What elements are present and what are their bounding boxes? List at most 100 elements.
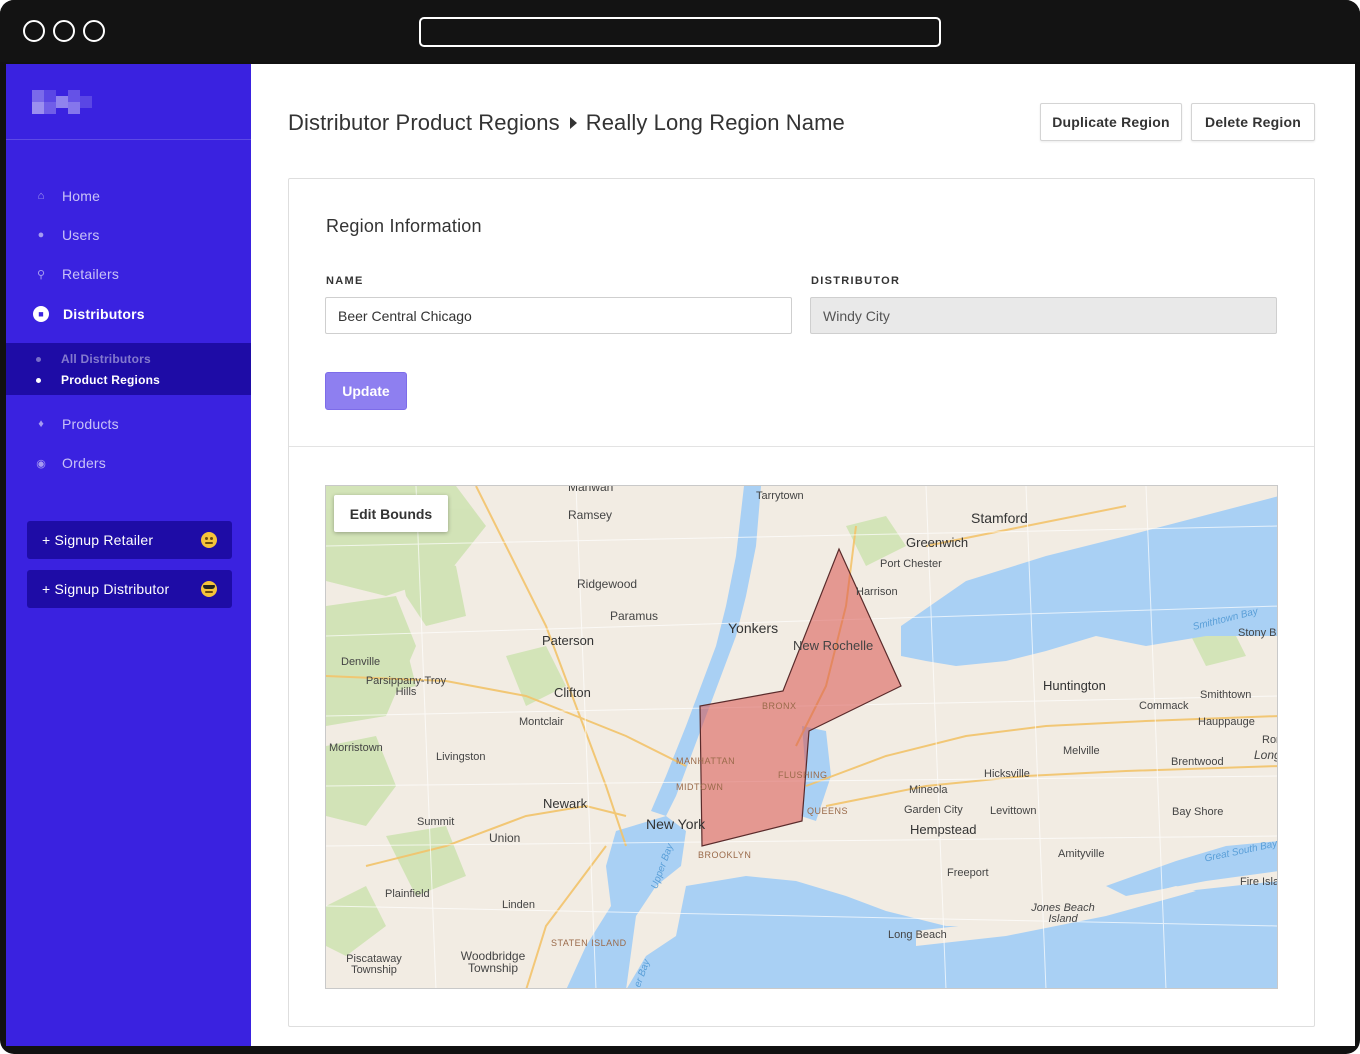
users-icon: ●: [37, 229, 45, 241]
browser-window: ⌂ Home ● Users ⚲ Retailers ■ Distributor…: [0, 0, 1360, 1054]
map-label: STATEN ISLAND: [551, 938, 627, 948]
grin-emoji-icon: [201, 532, 217, 548]
card-divider: [289, 446, 1314, 447]
subnav-item-product-regions[interactable]: Product Regions: [36, 373, 160, 387]
map-label: Long Is: [1254, 748, 1277, 762]
breadcrumb-current: Really Long Region Name: [585, 110, 845, 135]
map-label: Ramsey: [568, 508, 613, 522]
map-label: Yonkers: [728, 620, 779, 636]
map-label: Denville: [341, 656, 381, 668]
map-label: Long Beach: [888, 929, 947, 941]
region-map[interactable]: Mahwah Tarrytown Stamford Ramsey Greenwi…: [325, 485, 1278, 989]
sidebar-item-label: Orders: [62, 455, 106, 471]
map-pin-icon: ⚲: [36, 268, 46, 281]
sidebar-item-home[interactable]: ⌂ Home: [34, 186, 100, 206]
duplicate-region-button[interactable]: Duplicate Region: [1040, 103, 1182, 141]
window-minimize-button[interactable]: [53, 20, 75, 42]
map-label: Jones Beach Island: [1031, 902, 1095, 925]
subnav-item-all-distributors[interactable]: All Distributors: [36, 352, 151, 366]
sidebar-item-label: Retailers: [62, 266, 120, 282]
map-label: BROOKLYN: [698, 850, 752, 860]
map-label: Newark: [543, 796, 588, 811]
map-label: Melville: [1063, 745, 1100, 757]
sidebar-item-label: Products: [62, 416, 119, 432]
name-field[interactable]: [325, 297, 792, 334]
map-label: Port Chester: [880, 558, 942, 570]
map-label: Freeport: [947, 867, 989, 879]
update-button[interactable]: Update: [325, 372, 407, 410]
breadcrumb-parent[interactable]: Distributor Product Regions: [288, 110, 560, 136]
sidebar-item-distributors[interactable]: ■ Distributors: [33, 304, 145, 324]
map-label: Mineola: [909, 784, 948, 796]
delete-region-button[interactable]: Delete Region: [1191, 103, 1315, 141]
window-maximize-button[interactable]: [83, 20, 105, 42]
map-label: MANHATTAN: [676, 756, 736, 766]
map-label: Summit: [417, 816, 455, 828]
map-label: New York: [646, 816, 706, 832]
main-content: Distributor Product Regions Really Long …: [251, 64, 1355, 1046]
logo: [32, 90, 94, 114]
tag-icon: ♦: [38, 418, 44, 430]
page-title: Distributor Product Regions Really Long …: [288, 110, 845, 136]
sidebar-item-label: Users: [62, 227, 100, 243]
map-label: New Rochelle: [793, 638, 874, 653]
map-label: Stamford: [971, 510, 1028, 526]
map-label: Woodbridge Township: [460, 949, 526, 975]
signup-retailer-label: + Signup Retailer: [42, 532, 154, 548]
map-label: Clifton: [554, 685, 591, 700]
address-bar[interactable]: [419, 17, 941, 47]
sidebar-item-products[interactable]: ♦ Products: [34, 414, 119, 434]
subnav-item-label: All Distributors: [61, 352, 151, 366]
name-label: NAME: [326, 275, 364, 287]
signup-distributor-button[interactable]: + Signup Distributor: [27, 570, 232, 608]
map-label: Plainfield: [385, 888, 430, 900]
map-label: Stony B: [1238, 627, 1277, 639]
map-label: Brentwood: [1171, 756, 1224, 768]
map-label: FLUSHING: [778, 770, 828, 780]
signup-distributor-label: + Signup Distributor: [42, 581, 170, 597]
sidebar-divider: [6, 139, 251, 140]
map-label: Morristown: [329, 742, 383, 754]
truck-icon: ■: [33, 306, 49, 322]
map-label: Hicksville: [984, 768, 1030, 780]
map-label: Garden City: [904, 804, 963, 816]
map-label: Tarrytown: [756, 490, 804, 502]
map-label: Amityville: [1058, 848, 1105, 860]
region-card: Region Information NAME DISTRIBUTOR Upda…: [288, 178, 1315, 1027]
map-label: Huntington: [1043, 678, 1106, 693]
subnav-item-label: Product Regions: [61, 373, 161, 387]
map-label: Ridgewood: [577, 577, 638, 591]
map-label: Mahwah: [568, 485, 614, 494]
map-label: BRONX: [762, 701, 797, 711]
section-title: Region Information: [326, 216, 482, 236]
sidebar-item-retailers[interactable]: ⚲ Retailers: [34, 264, 119, 284]
distributors-subnav: All Distributors Product Regions: [6, 343, 251, 395]
map-label: Montclair: [519, 716, 564, 728]
map-label: Paramus: [610, 609, 659, 623]
app: ⌂ Home ● Users ⚲ Retailers ■ Distributor…: [6, 64, 1355, 1046]
distributor-field: [810, 297, 1277, 334]
map-label: Union: [489, 831, 521, 845]
distributor-label: DISTRIBUTOR: [811, 275, 901, 287]
sidebar-item-label: Home: [62, 188, 101, 204]
map-label: MIDTOWN: [676, 782, 724, 792]
map-label: Linden: [502, 899, 536, 911]
sidebar-item-orders[interactable]: ◉ Orders: [34, 453, 106, 473]
map-label: Commack: [1139, 700, 1189, 712]
map-label: Levittown: [990, 805, 1037, 817]
dollar-icon: ◉: [36, 457, 46, 470]
map-label: QUEENS: [807, 806, 849, 816]
map-label: Ronko: [1262, 734, 1277, 746]
map-label: Bay Shore: [1172, 806, 1224, 818]
map-label: Hauppauge: [1198, 716, 1255, 728]
window-close-button[interactable]: [23, 20, 45, 42]
edit-bounds-button[interactable]: Edit Bounds: [334, 495, 448, 532]
home-icon: ⌂: [37, 190, 45, 202]
map-label: Fire Isla: [1240, 876, 1278, 888]
signup-retailer-button[interactable]: + Signup Retailer: [27, 521, 232, 559]
map-label: Greenwich: [906, 535, 969, 550]
map-label: Paterson: [542, 633, 595, 648]
map-label: Piscataway Township: [346, 953, 402, 976]
bullet: [36, 377, 41, 383]
sidebar-item-users[interactable]: ● Users: [34, 225, 100, 245]
